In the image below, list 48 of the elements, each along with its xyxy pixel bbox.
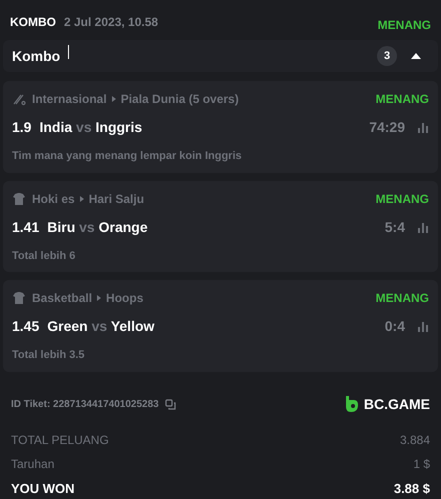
- combo-header[interactable]: Kombo 3: [3, 40, 438, 72]
- text-cursor: [68, 45, 70, 59]
- jersey-icon: [12, 192, 26, 206]
- bet-date: 2 Jul 2023, 10.58: [64, 14, 158, 31]
- market-selection: Tim mana yang menang lempar koin Inggris: [12, 149, 243, 164]
- summary-label: Taruhan: [11, 456, 54, 472]
- bet-status: MENANG: [378, 17, 431, 34]
- copy-icon[interactable]: [164, 398, 177, 410]
- stats-icon[interactable]: [417, 222, 429, 232]
- match-category: Hoki es: [32, 190, 75, 208]
- market-selection: Total lebih 3.5: [12, 348, 86, 363]
- match-teams: India vs Inggris: [39, 118, 142, 137]
- match-teams: Green vs Yellow: [47, 317, 154, 336]
- ticket-id: ID Tiket: 2287134417401025283: [11, 398, 159, 412]
- match-score: 5:4: [384, 218, 405, 236]
- stats-icon[interactable]: [417, 321, 429, 332]
- separator-icon: [80, 196, 84, 202]
- bet-type: KOMBO: [10, 14, 56, 31]
- odds: 1.45: [12, 317, 40, 336]
- match-status: MENANG: [376, 290, 429, 307]
- summary-value: 1 $: [413, 456, 430, 472]
- collapse-icon[interactable]: [411, 53, 421, 59]
- match-league: Hoops: [106, 290, 144, 307]
- summary-label: YOU WON: [11, 480, 75, 498]
- summary-label: TOTAL PELUANG: [11, 432, 109, 448]
- cricket-bat-icon: [12, 92, 26, 106]
- match-status: MENANG: [376, 190, 429, 208]
- match-category: Internasional: [32, 91, 107, 108]
- match-score: 74:29: [369, 118, 405, 137]
- count-badge: 3: [377, 46, 397, 66]
- separator-icon: [112, 96, 116, 102]
- match-category: Basketball: [32, 290, 92, 307]
- stats-icon[interactable]: [417, 122, 429, 133]
- brand-name: BC.GAME: [364, 394, 430, 414]
- odds: 1.9: [12, 118, 32, 137]
- market-selection: Total lebih 6: [12, 248, 76, 264]
- combo-title: Kombo: [12, 46, 60, 66]
- summary-value: 3.88 $: [394, 480, 430, 498]
- brand-logo-icon: [344, 396, 358, 412]
- match-league: Hari Salju: [88, 190, 144, 208]
- match-league: Piala Dunia (5 overs): [120, 91, 239, 108]
- match-score: 0:4: [384, 317, 405, 336]
- match-status: MENANG: [376, 91, 429, 108]
- summary-value: 3.884: [400, 432, 430, 448]
- match-teams: Biru vs Orange: [47, 218, 148, 237]
- odds: 1.41: [12, 218, 40, 236]
- separator-icon: [97, 295, 102, 301]
- jersey-icon: [12, 291, 26, 305]
